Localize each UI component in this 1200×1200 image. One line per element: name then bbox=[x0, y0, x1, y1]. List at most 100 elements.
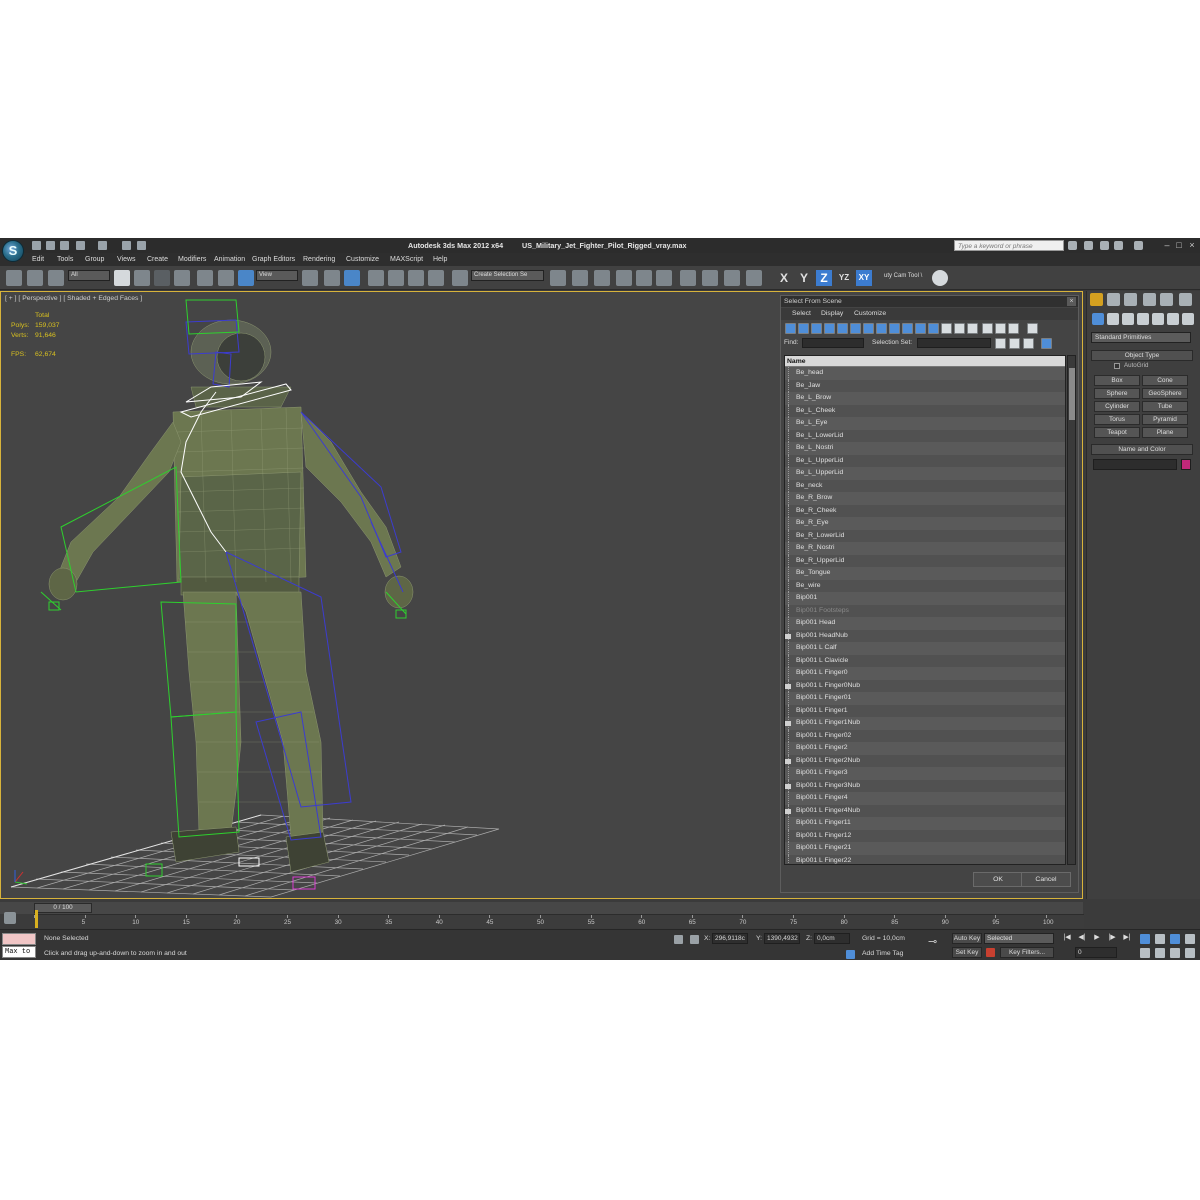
edit-named-selection-icon[interactable] bbox=[452, 270, 468, 286]
dialog-menu-customize[interactable]: Customize bbox=[854, 310, 886, 317]
scene-object-row[interactable]: Bip001 L Finger02 bbox=[785, 729, 1065, 742]
display-xrefs-icon[interactable] bbox=[876, 323, 887, 334]
zoom-extents-icon[interactable] bbox=[1170, 934, 1180, 944]
display-geometry-icon[interactable] bbox=[785, 323, 796, 334]
display-shapes-icon[interactable] bbox=[798, 323, 809, 334]
save-file-icon[interactable] bbox=[60, 241, 69, 250]
select-all-icon[interactable] bbox=[982, 323, 993, 334]
geosphere-button[interactable]: GeoSphere bbox=[1142, 388, 1188, 399]
zoom-icon[interactable] bbox=[1140, 934, 1150, 944]
motion-tab-icon[interactable] bbox=[1143, 293, 1156, 306]
object-name-input[interactable] bbox=[1093, 459, 1177, 470]
helpers-category-icon[interactable] bbox=[1152, 313, 1164, 325]
display-groups-icon[interactable] bbox=[863, 323, 874, 334]
menu-animation[interactable]: Animation bbox=[214, 256, 245, 263]
project-icon[interactable] bbox=[137, 241, 146, 250]
display-invert-icon[interactable] bbox=[967, 323, 978, 334]
find-case-icon[interactable] bbox=[1041, 338, 1052, 349]
track-bar[interactable]: 5 10 15 20 25 30 35 40 45 50 55 60 65 70 75 80 85 90 95 100 bbox=[34, 914, 1084, 928]
scene-object-row[interactable]: Bip001 Head bbox=[785, 617, 1065, 630]
spinner-snap-icon[interactable] bbox=[428, 270, 444, 286]
field-of-view-icon[interactable] bbox=[1140, 948, 1150, 958]
menu-customize[interactable]: Customize bbox=[346, 256, 379, 263]
binoculars-icon[interactable] bbox=[1068, 241, 1077, 250]
redo-icon[interactable] bbox=[98, 241, 107, 250]
schematic-view-icon[interactable] bbox=[656, 270, 672, 286]
go-to-end-icon[interactable]: ▶| bbox=[1122, 933, 1132, 943]
selection-set-edit-icon[interactable] bbox=[995, 338, 1006, 349]
scene-object-row[interactable]: Bip001 L Finger1 bbox=[785, 704, 1065, 717]
autogrid-checkbox[interactable] bbox=[1114, 363, 1120, 369]
set-key-button[interactable]: Set Key bbox=[952, 947, 982, 958]
scene-object-row[interactable]: Bip001 L Finger21 bbox=[785, 842, 1065, 855]
menu-views[interactable]: Views bbox=[117, 256, 136, 263]
app-logo-icon[interactable]: S bbox=[2, 240, 24, 262]
scene-object-row[interactable]: Be_head bbox=[785, 367, 1065, 380]
pan-view-icon[interactable] bbox=[1155, 948, 1165, 958]
scene-object-row[interactable]: Bip001 L Calf bbox=[785, 642, 1065, 655]
select-rotate-icon[interactable] bbox=[218, 270, 234, 286]
axis-x-button[interactable]: X bbox=[776, 270, 792, 286]
scene-object-row[interactable]: Be_L_Nostri bbox=[785, 442, 1065, 455]
axis-yz-button[interactable]: YZ bbox=[836, 270, 852, 286]
align-icon[interactable] bbox=[572, 270, 588, 286]
cameras-category-icon[interactable] bbox=[1137, 313, 1149, 325]
systems-category-icon[interactable] bbox=[1182, 313, 1194, 325]
scene-object-row[interactable]: Be_neck bbox=[785, 479, 1065, 492]
mirror-icon[interactable] bbox=[550, 270, 566, 286]
favorites-icon[interactable] bbox=[1114, 241, 1123, 250]
scene-object-row[interactable]: Be_Tongue bbox=[785, 567, 1065, 580]
sphere-button[interactable]: Sphere bbox=[1094, 388, 1140, 399]
set-key-icon[interactable]: ⊸ bbox=[928, 937, 944, 948]
select-scale-icon[interactable] bbox=[238, 270, 254, 286]
primitive-category-dropdown[interactable]: Standard Primitives bbox=[1091, 332, 1191, 343]
scene-object-row[interactable]: Bip001 L Finger01 bbox=[785, 692, 1065, 705]
zoom-all-icon[interactable] bbox=[1155, 934, 1165, 944]
window-crossing-icon[interactable] bbox=[174, 270, 190, 286]
cone-button[interactable]: Cone bbox=[1142, 375, 1188, 386]
display-bones-icon[interactable] bbox=[889, 323, 900, 334]
dialog-title[interactable]: Select From Scene bbox=[781, 296, 1078, 307]
scene-object-row[interactable]: Be_L_Cheek bbox=[785, 404, 1065, 417]
scene-object-row[interactable]: Be_R_Nostri bbox=[785, 542, 1065, 555]
select-by-name-icon[interactable] bbox=[134, 270, 150, 286]
selection-set-dropdown[interactable] bbox=[917, 338, 991, 348]
display-none-icon[interactable] bbox=[954, 323, 965, 334]
scene-object-row[interactable]: Be_R_Brow bbox=[785, 492, 1065, 505]
maximize-button[interactable]: □ bbox=[1174, 240, 1184, 250]
scene-object-row[interactable]: Bip001 L Finger0 bbox=[785, 667, 1065, 680]
name-and-color-rollout[interactable]: Name and Color bbox=[1091, 444, 1193, 455]
scene-object-row[interactable]: Be_Jaw bbox=[785, 379, 1065, 392]
time-tag-icon[interactable] bbox=[846, 950, 855, 959]
play-icon[interactable]: ▶ bbox=[1092, 933, 1102, 943]
display-spacewarps-icon[interactable] bbox=[850, 323, 861, 334]
lights-category-icon[interactable] bbox=[1122, 313, 1134, 325]
menu-create[interactable]: Create bbox=[147, 256, 168, 263]
z-coord-field[interactable]: 0,0cm bbox=[814, 933, 850, 944]
axis-xy-button[interactable]: XY bbox=[856, 270, 872, 286]
time-slider[interactable]: 0 / 100 bbox=[0, 902, 1083, 914]
named-selection-dropdown[interactable]: Create Selection Se bbox=[471, 270, 544, 281]
communication-icon[interactable] bbox=[1100, 241, 1109, 250]
scene-object-row[interactable]: Bip001 L Finger11 bbox=[785, 817, 1065, 830]
display-helpers-icon[interactable] bbox=[837, 323, 848, 334]
angle-snap-icon[interactable] bbox=[388, 270, 404, 286]
selection-set-highlight-icon[interactable] bbox=[1009, 338, 1020, 349]
axis-z-button[interactable]: Z bbox=[816, 270, 832, 286]
select-manipulate-icon[interactable] bbox=[324, 270, 340, 286]
y-coord-field[interactable]: 1390,4932 bbox=[764, 933, 800, 944]
graphite-ribbon-icon[interactable] bbox=[616, 270, 632, 286]
open-file-icon[interactable] bbox=[46, 241, 55, 250]
column-header-name[interactable]: Name bbox=[785, 356, 1065, 367]
scene-object-row[interactable]: Bip001 HeadNub bbox=[785, 629, 1065, 642]
zoom-extents-all-icon[interactable] bbox=[1185, 934, 1195, 944]
layer-manager-icon[interactable] bbox=[594, 270, 610, 286]
menu-edit[interactable]: Edit bbox=[32, 256, 44, 263]
list-scrollbar-thumb[interactable] bbox=[1069, 368, 1075, 420]
pyramid-button[interactable]: Pyramid bbox=[1142, 414, 1188, 425]
scene-object-row[interactable]: Bip001 L Finger3Nub bbox=[785, 779, 1065, 792]
x-coord-field[interactable]: 296,9118c bbox=[712, 933, 748, 944]
select-move-icon[interactable] bbox=[197, 270, 213, 286]
select-none-icon[interactable] bbox=[995, 323, 1006, 334]
display-all-icon[interactable] bbox=[941, 323, 952, 334]
